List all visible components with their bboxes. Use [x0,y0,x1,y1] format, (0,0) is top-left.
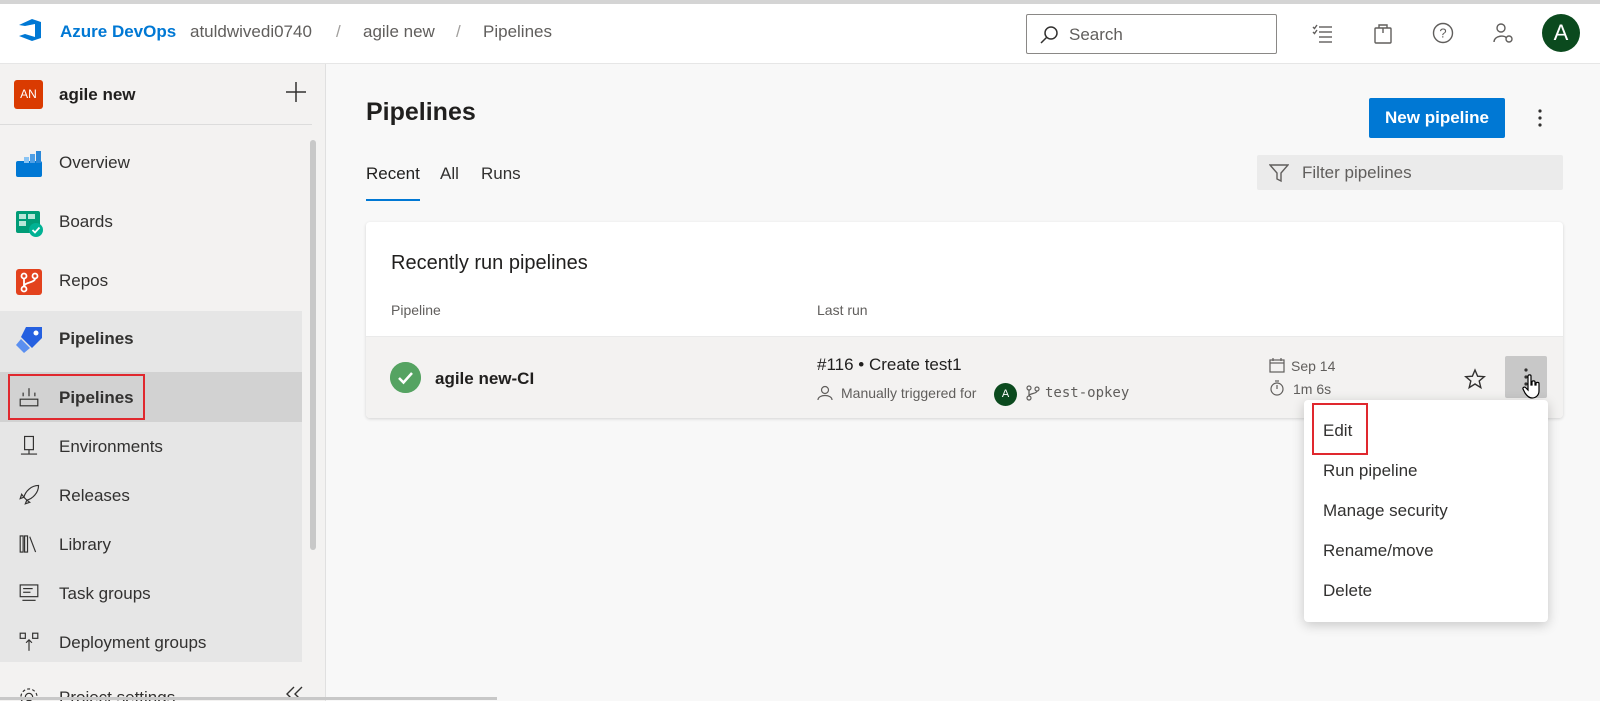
search-icon [1040,26,1058,44]
library-icon [19,535,37,553]
user-avatar[interactable]: A [1542,14,1580,52]
overview-icon [16,151,42,177]
sidebar-subitem-task-groups[interactable]: Task groups [0,568,302,618]
sidebar-subitem-releases[interactable]: Releases [0,470,302,520]
new-pipeline-button[interactable]: New pipeline [1369,98,1505,138]
task-groups-icon [19,584,39,601]
boards-icon [16,211,43,237]
breadcrumb-separator: / [456,22,461,41]
task-list-icon[interactable] [1312,22,1334,44]
column-header-last-run: Last run [817,302,868,318]
sidebar-item-boards[interactable]: Boards [0,196,302,246]
card-title: Recently run pipelines [391,252,588,274]
repos-icon [16,269,42,295]
project-name[interactable]: agile new [59,85,136,105]
sidebar-item-repos[interactable]: Repos [0,255,302,305]
filter-pipelines-input[interactable]: Filter pipelines [1257,155,1563,190]
sidebar-item-label: Overview [59,153,130,172]
sidebar-item-label: Repos [59,271,109,290]
tab-runs[interactable]: Runs [481,164,521,184]
trigger-text: Manually triggered for [841,385,977,401]
page-title: Pipelines [366,98,476,126]
person-icon [817,385,833,401]
sidebar-subitem-library[interactable]: Library [0,519,302,569]
tab-all[interactable]: All [440,164,459,184]
environments-icon [20,435,38,455]
project-badge[interactable]: AN [14,80,43,109]
trigger-user-avatar: A [994,383,1017,406]
row-more-options-button[interactable] [1505,356,1547,399]
breadcrumb-separator: / [336,22,341,41]
favorite-star-icon[interactable] [1464,368,1486,390]
highlight-box-edit [1312,403,1368,455]
deployment-groups-icon [19,632,39,651]
marketplace-bag-icon[interactable] [1372,22,1394,44]
horizontal-scrollbar[interactable] [0,697,497,700]
menu-item-delete[interactable]: Delete [1323,581,1372,601]
help-icon[interactable]: ? [1432,22,1454,44]
tab-recent[interactable]: Recent [366,164,420,184]
breadcrumb-organization[interactable]: atuldwivedi0740 [190,22,312,42]
sidebar-item-label: Pipelines [59,329,134,348]
sidebar-subitem-environments[interactable]: Environments [0,421,302,471]
run-date: Sep 14 [1291,358,1336,374]
sidebar-scrollbar[interactable] [310,140,316,550]
breadcrumb-project[interactable]: agile new [363,22,435,42]
calendar-icon [1269,358,1285,373]
success-check-icon [390,362,421,393]
brand-name[interactable]: Azure DevOps [60,22,176,42]
pipelines-icon [16,327,42,353]
stopwatch-icon [1270,380,1284,396]
sidebar-item-overview[interactable]: Overview [0,137,302,187]
sidebar-item-label: Environments [59,437,163,456]
menu-item-run-pipeline[interactable]: Run pipeline [1323,461,1418,481]
search-box[interactable]: Search [1026,14,1277,54]
filter-placeholder: Filter pipelines [1302,163,1412,182]
run-duration: 1m 6s [1293,381,1332,397]
branch-name[interactable]: test-opkey [1045,385,1129,401]
active-tab-indicator [366,199,420,201]
column-header-pipeline: Pipeline [391,302,441,318]
svg-text:?: ? [1439,26,1446,41]
breadcrumb-pipelines[interactable]: Pipelines [483,22,552,42]
sidebar-item-label: Releases [59,486,130,505]
branch-icon [1026,385,1040,401]
sidebar-item-label: Deployment groups [59,633,207,652]
run-title[interactable]: #116 • Create test1 [817,355,962,375]
plus-icon[interactable] [284,80,308,104]
highlight-box-pipelines [8,374,145,420]
search-placeholder: Search [1069,25,1123,44]
sidebar-item-pipelines[interactable]: Pipelines [0,313,302,363]
sidebar-item-label: Task groups [59,584,151,603]
hand-cursor-icon [1522,374,1540,399]
filter-icon [1269,164,1289,183]
menu-item-manage-security[interactable]: Manage security [1323,501,1448,521]
sidebar-divider [0,124,312,125]
azure-devops-logo-icon[interactable] [16,16,44,44]
releases-icon [19,484,40,505]
sidebar-subitem-deployment-groups[interactable]: Deployment groups [0,617,302,667]
menu-item-rename-move[interactable]: Rename/move [1323,541,1434,561]
user-settings-icon[interactable] [1492,22,1514,44]
sidebar-item-label: Boards [59,212,113,231]
more-options-icon[interactable] [1530,106,1550,130]
pipeline-name[interactable]: agile new-CI [435,369,534,389]
sidebar-item-label: Library [59,535,111,554]
